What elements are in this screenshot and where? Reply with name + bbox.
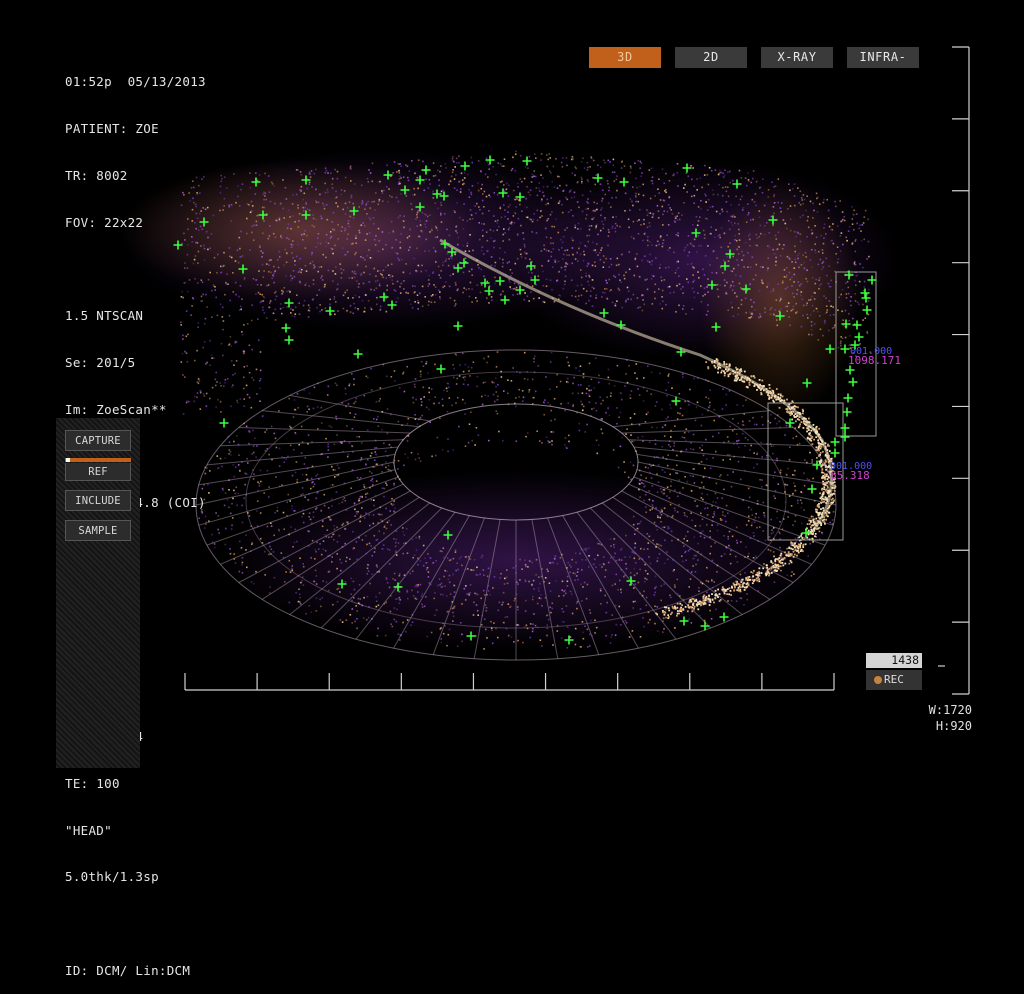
region-label: "HEAD" — [65, 822, 112, 838]
fov-label: FOV: 22x22 — [65, 214, 144, 230]
mode-3d-button[interactable]: 3D — [589, 47, 661, 68]
width-label: W:1720 — [928, 703, 972, 717]
record-button[interactable]: REC — [866, 670, 922, 690]
capture-button[interactable]: CAPTURE — [65, 430, 131, 451]
scanner-label: 1.5 NTSCAN — [65, 308, 144, 324]
ref-indicator-bar — [65, 458, 131, 462]
id-label: ID: DCM/ Lin:DCM — [65, 963, 191, 979]
include-button[interactable]: INCLUDE — [65, 490, 131, 511]
bottom-ruler — [184, 673, 835, 691]
record-dot-icon — [874, 676, 882, 684]
mode-2d-button[interactable]: 2D — [675, 47, 747, 68]
dimensions-readout: W:1720 H:920 — [929, 702, 972, 734]
image-label: Im: ZoeScan** — [65, 401, 167, 417]
tr-label: TR: 8002 — [65, 167, 128, 183]
ref-indicator-dot — [66, 458, 70, 462]
right-ruler — [938, 46, 970, 695]
datetime-label: 01:52p 05/13/2013 — [65, 74, 206, 90]
view-mode-toolbar: 3D 2D X-RAY INFRA- — [589, 47, 919, 68]
frame-counter: 1438 — [866, 653, 922, 668]
annotation-upper-value: 1098.171 — [848, 354, 901, 367]
te-label: TE: 100 — [65, 775, 120, 791]
height-label: H:920 — [935, 719, 972, 733]
series-label: Se: 201/5 — [65, 354, 136, 370]
annotation-lower-value: 65.318 — [830, 469, 870, 482]
mode-infra-button[interactable]: INFRA- — [847, 47, 919, 68]
ref-button[interactable]: REF — [65, 463, 131, 481]
sample-button[interactable]: SAMPLE — [65, 520, 131, 541]
record-label: REC — [884, 673, 904, 686]
mode-xray-button[interactable]: X-RAY — [761, 47, 833, 68]
thickness-label: 5.0thk/1.3sp — [65, 869, 159, 885]
patient-label: PATIENT: ZOE — [65, 120, 159, 136]
side-control-panel: CAPTURE REF INCLUDE SAMPLE — [56, 418, 140, 768]
